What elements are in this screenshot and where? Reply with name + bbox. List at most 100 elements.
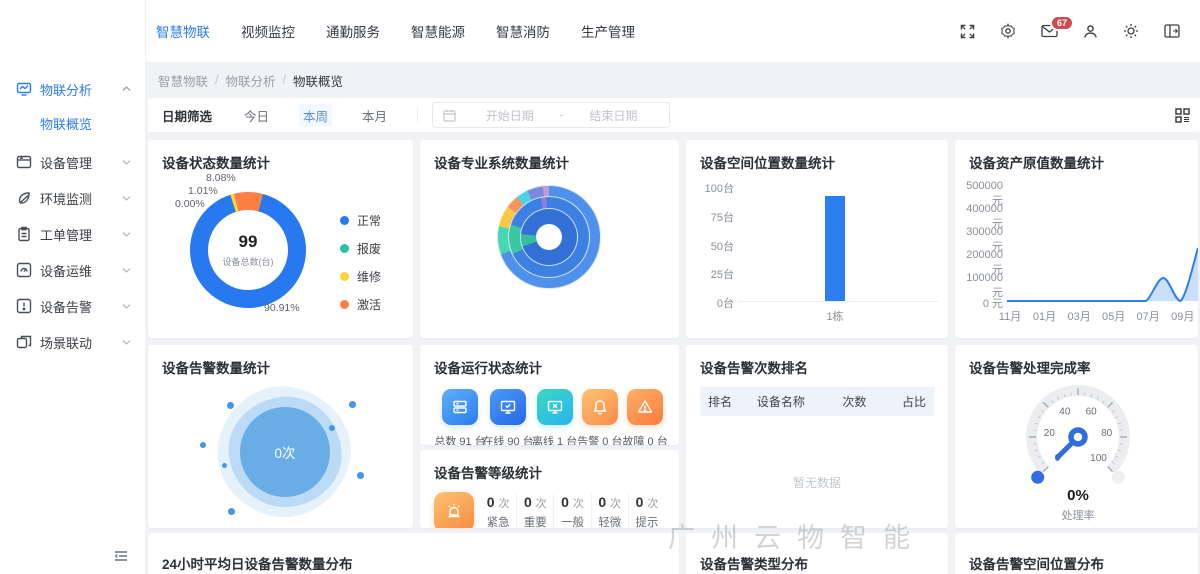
sidebar-item-device-ops[interactable]: 设备运维 bbox=[0, 257, 145, 283]
card-alarm-count: 设备告警数量统计 0次 bbox=[148, 345, 413, 528]
start-date-placeholder[interactable]: 开始日期 bbox=[464, 107, 555, 124]
level-urgent[interactable]: 0 次 紧急 bbox=[480, 494, 516, 528]
level-minor[interactable]: 0 次 轻微 bbox=[591, 494, 628, 528]
date-filter-label: 日期筛选 bbox=[162, 106, 212, 125]
status-legend: 正常 报废 维修 激活 bbox=[340, 212, 381, 313]
stat-alarm[interactable]: 告警 0 台 bbox=[577, 389, 622, 445]
date-range-input[interactable]: 开始日期 - 结束日期 bbox=[432, 102, 670, 128]
card-title: 设备告警类型分布 bbox=[700, 553, 934, 573]
card-title: 设备状态数量统计 bbox=[162, 152, 399, 172]
card-title: 设备资产原值数量统计 bbox=[969, 152, 1184, 172]
gauge-value: 0% bbox=[995, 487, 1161, 504]
y-tick: 25台 bbox=[692, 266, 734, 282]
chevron-down-icon bbox=[122, 339, 131, 345]
card-alarm-space-distribution: 设备告警空间位置分布 bbox=[955, 533, 1198, 574]
total-icon bbox=[442, 389, 478, 425]
sidebar-item-scene-linkage[interactable]: 场景联动 bbox=[0, 329, 145, 355]
sidebar-item-label: 物联分析 bbox=[40, 80, 92, 99]
tab-commute-service[interactable]: 通勤服务 bbox=[326, 21, 380, 41]
sidebar-item-workorder-management[interactable]: 工单管理 bbox=[0, 221, 145, 247]
stat-offline[interactable]: 离线 1 台 bbox=[532, 389, 577, 445]
mail-icon[interactable]: 67 bbox=[1041, 24, 1058, 38]
tab-smart-energy[interactable]: 智慧能源 bbox=[411, 21, 465, 41]
level-normal[interactable]: 0 次 一般 bbox=[553, 494, 590, 528]
bar[interactable] bbox=[825, 196, 845, 301]
alarm-count-value: 0次 bbox=[274, 442, 295, 462]
y-tick: 75台 bbox=[692, 209, 734, 225]
sidebar: 物联分析 物联概览 设备管理 环境监测 bbox=[0, 0, 146, 574]
sidebar-collapse-icon[interactable] bbox=[114, 550, 128, 562]
card-title: 设备告警处理完成率 bbox=[969, 357, 1184, 377]
system-sunburst-chart[interactable] bbox=[497, 185, 601, 289]
sidebar-subitem-iot-overview[interactable]: 物联概览 bbox=[0, 112, 145, 141]
preset-this-week[interactable]: 本周 bbox=[299, 104, 332, 127]
siren-icon bbox=[434, 492, 474, 528]
chevron-down-icon bbox=[122, 159, 131, 165]
legend-item[interactable]: 维修 bbox=[340, 268, 381, 285]
chevron-down-icon bbox=[122, 267, 131, 273]
legend-item[interactable]: 报废 bbox=[340, 240, 381, 257]
sidebar-item-device-alarm[interactable]: 设备告警 bbox=[0, 293, 145, 319]
card-title: 设备运行状态统计 bbox=[434, 357, 665, 377]
sidebar-item-device-management[interactable]: 设备管理 bbox=[0, 149, 145, 175]
preset-this-month[interactable]: 本月 bbox=[358, 104, 391, 127]
tab-video-monitoring[interactable]: 视频监控 bbox=[241, 21, 295, 41]
sidebar-item-env-monitoring[interactable]: 环境监测 bbox=[0, 185, 145, 211]
fault-icon bbox=[627, 389, 663, 425]
legend-item[interactable]: 正常 bbox=[340, 212, 381, 229]
end-date-placeholder[interactable]: 结束日期 bbox=[568, 107, 659, 124]
theme-icon[interactable] bbox=[1123, 23, 1139, 39]
top-nav: 智慧物联 视频监控 通勤服务 智慧能源 智慧消防 生产管理 bbox=[156, 21, 635, 41]
pct-active: 8.08% bbox=[206, 172, 236, 184]
stat-fault[interactable]: 故障 0 台 bbox=[622, 389, 667, 445]
date-filter-bar: 日期筛选 今日 本周 本月 开始日期 - 结束日期 bbox=[148, 98, 1200, 132]
card-title: 设备空间位置数量统计 bbox=[700, 152, 934, 172]
tab-smart-fire[interactable]: 智慧消防 bbox=[496, 21, 550, 41]
leaf-icon bbox=[16, 190, 32, 206]
device-icon bbox=[16, 154, 32, 170]
alarm-rank-table: 排名 设备名称 次数 占比 bbox=[700, 387, 934, 416]
top-header: 智慧物联 视频监控 通勤服务 智慧能源 智慧消防 生产管理 67 bbox=[146, 0, 1200, 62]
alarm-rate-gauge[interactable]: 020406080100 0% 处理率 bbox=[995, 375, 1161, 525]
card-title: 设备告警次数排名 bbox=[700, 357, 934, 377]
fullscreen-icon[interactable] bbox=[960, 24, 975, 39]
stat-online[interactable]: 在线 90 台 bbox=[484, 389, 532, 445]
legend-item[interactable]: 激活 bbox=[340, 296, 381, 313]
level-hint[interactable]: 0 次 提示 bbox=[628, 494, 665, 528]
card-title: 设备专业系统数量统计 bbox=[434, 152, 665, 172]
layout-grid-icon[interactable] bbox=[1175, 108, 1190, 123]
clipboard-icon bbox=[16, 226, 32, 242]
chevron-up-icon bbox=[122, 86, 131, 92]
gauge-sub-label: 处理率 bbox=[995, 507, 1161, 523]
sidebar-item-iot-analysis[interactable]: 物联分析 bbox=[0, 76, 145, 102]
dashboard-content: 设备状态数量统计 99 设备总数(台) 8.08% 1.01% 0.00% 90… bbox=[148, 140, 1200, 574]
settings-icon[interactable] bbox=[1000, 23, 1016, 39]
pct-scrap: 0.00% bbox=[175, 198, 205, 210]
y-tick: 100台 bbox=[692, 180, 734, 196]
exit-icon[interactable] bbox=[1164, 24, 1180, 38]
card-asset-value: 设备资产原值数量统计 500000 元400000 元300000 元20000… bbox=[955, 140, 1198, 338]
breadcrumb: 智慧物联 / 物联分析 / 物联概览 bbox=[146, 62, 1200, 98]
chevron-down-icon bbox=[122, 303, 131, 309]
pct-repair: 1.01% bbox=[188, 185, 218, 197]
svg-text:40: 40 bbox=[1059, 407, 1071, 418]
pct-normal: 90.91% bbox=[264, 302, 300, 314]
tab-smart-iot[interactable]: 智慧物联 bbox=[156, 21, 210, 41]
user-icon[interactable] bbox=[1083, 24, 1098, 39]
breadcrumb-item[interactable]: 智慧物联 bbox=[158, 71, 208, 90]
preset-today[interactable]: 今日 bbox=[240, 104, 273, 127]
stat-total[interactable]: 总数 91 台 bbox=[436, 389, 484, 445]
alarm-icon bbox=[16, 298, 32, 314]
device-status-donut-chart[interactable]: 99 设备总数(台) bbox=[190, 192, 306, 308]
chevron-down-icon bbox=[122, 231, 131, 237]
area-chart-svg bbox=[1007, 186, 1198, 302]
breadcrumb-current: 物联概览 bbox=[293, 71, 343, 90]
device-total-label: 设备总数(台) bbox=[223, 255, 274, 268]
level-important[interactable]: 0 次 重要 bbox=[516, 494, 553, 528]
breadcrumb-item[interactable]: 物联分析 bbox=[226, 71, 276, 90]
x-tick: 1栋 bbox=[812, 308, 858, 324]
card-alarm-rate: 设备告警处理完成率 020406080100 0% 处理率 bbox=[955, 345, 1198, 528]
online-icon bbox=[490, 389, 526, 425]
mail-badge: 67 bbox=[1050, 15, 1074, 31]
tab-production-management[interactable]: 生产管理 bbox=[581, 21, 635, 41]
